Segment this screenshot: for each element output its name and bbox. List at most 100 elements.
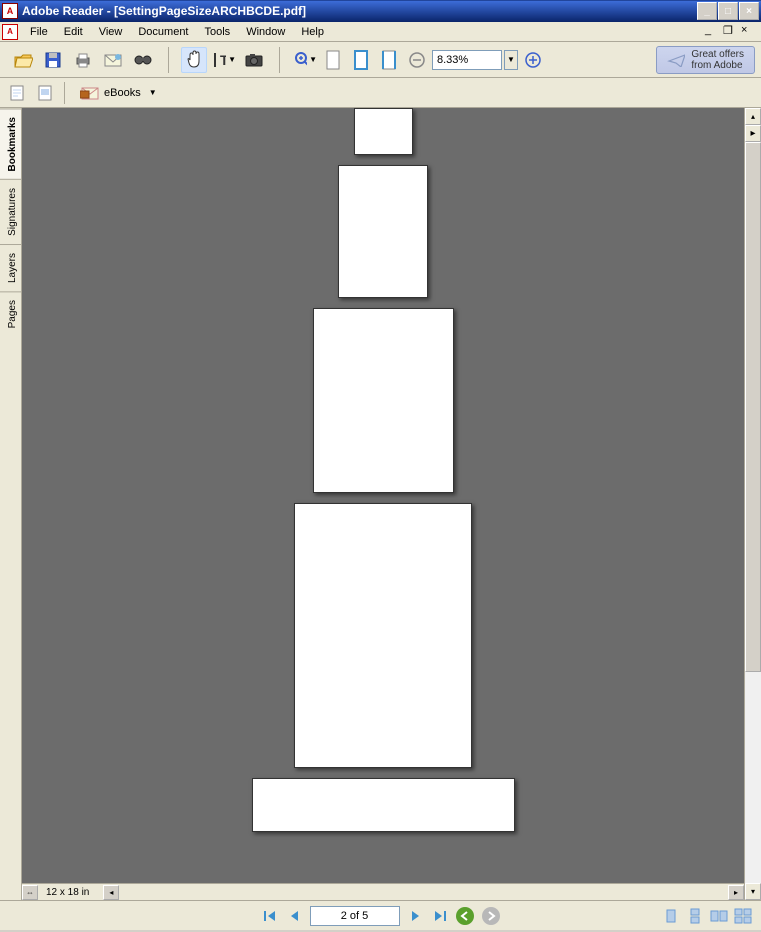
hand-tool-button[interactable] (181, 47, 207, 73)
previous-view-button[interactable] (456, 907, 474, 925)
page-number-input[interactable] (310, 906, 400, 926)
page-fit-icon (352, 49, 370, 71)
continuous-facing-view-button[interactable] (733, 907, 753, 925)
secondary-toolbar: eBooks ▼ (0, 78, 761, 108)
pdf-page[interactable] (294, 503, 472, 768)
menu-tools[interactable]: Tools (197, 24, 239, 40)
mdi-minimize-button[interactable]: _ (705, 24, 723, 40)
sidebar-tab-signatures[interactable]: Signatures (0, 179, 21, 244)
menu-file[interactable]: File (22, 24, 56, 40)
minus-circle-icon (408, 51, 426, 69)
first-page-icon (263, 909, 277, 923)
floppy-disk-icon (44, 51, 62, 69)
save-button[interactable] (40, 47, 66, 73)
mdi-restore-button[interactable]: ❐ (723, 24, 741, 40)
camera-icon (244, 52, 264, 68)
document-viewport[interactable] (22, 108, 744, 883)
maximize-button[interactable]: □ (718, 2, 738, 20)
snapshot-tool-button[interactable] (241, 47, 267, 73)
fit-width-button[interactable] (376, 47, 402, 73)
open-button[interactable] (10, 47, 36, 73)
minimize-button[interactable]: _ (697, 2, 717, 20)
menu-view[interactable]: View (91, 24, 131, 40)
menubar: A File Edit View Document Tools Window H… (0, 22, 761, 42)
main-toolbar: T ▼ ▼ ▼ Great offers (0, 42, 761, 78)
vscroll-track[interactable] (745, 142, 761, 883)
last-page-button[interactable] (432, 908, 448, 924)
ebooks-icon (80, 85, 100, 101)
back-arrow-icon (459, 910, 471, 922)
print-button[interactable] (70, 47, 96, 73)
prev-page-icon (288, 909, 300, 923)
single-page-view-button[interactable] (661, 907, 681, 925)
status-bar: ⇔ 12 x 18 in ◂ ▸ (22, 883, 744, 900)
actual-size-button[interactable] (320, 47, 346, 73)
next-view-button[interactable] (482, 907, 500, 925)
app-name: Adobe Reader (22, 4, 103, 18)
titlebar: A Adobe Reader - [SettingPageSizeARCHBCD… (0, 0, 761, 22)
continuous-facing-icon (734, 908, 752, 924)
vscroll-up-button[interactable]: ▴ (745, 108, 761, 125)
next-page-button[interactable] (408, 908, 424, 924)
page-units-toggle[interactable]: ⇔ (22, 885, 38, 900)
clipboard-image-icon (36, 84, 54, 102)
close-button[interactable]: × (739, 2, 759, 20)
folder-open-icon (13, 51, 33, 69)
pdf-page[interactable] (338, 165, 428, 298)
svg-text:T: T (220, 52, 226, 68)
menu-window[interactable]: Window (238, 24, 293, 40)
vscroll-thumb[interactable] (745, 142, 761, 672)
pdf-page[interactable] (252, 778, 515, 832)
ebooks-button[interactable]: eBooks ▼ (73, 82, 164, 104)
fit-page-button[interactable] (348, 47, 374, 73)
mdi-close-button[interactable]: × (741, 24, 759, 40)
pdf-page[interactable] (354, 108, 413, 155)
dropdown-arrow-icon: ▼ (149, 88, 157, 97)
binoculars-icon (133, 51, 153, 69)
ad-line2: from Adobe (691, 60, 744, 71)
menu-edit[interactable]: Edit (56, 24, 91, 40)
paper-plane-icon (667, 53, 685, 67)
vertical-scrollbar[interactable]: ▴ ▸ ▾ (744, 108, 761, 900)
menu-help[interactable]: Help (293, 24, 332, 40)
email-button[interactable] (100, 47, 126, 73)
document-icon: A (2, 24, 18, 40)
adobe-offers-button[interactable]: Great offers from Adobe (656, 46, 755, 74)
sidebar-tab-bookmarks[interactable]: Bookmarks (0, 108, 21, 179)
clipboard-text-button[interactable] (6, 82, 28, 104)
search-button[interactable] (130, 47, 156, 73)
zoom-out-button[interactable] (404, 47, 430, 73)
zoom-in-button[interactable] (520, 47, 546, 73)
zoom-dropdown-button[interactable]: ▼ (504, 50, 518, 70)
prev-page-button[interactable] (286, 908, 302, 924)
text-select-icon: T (212, 51, 226, 69)
sidebar-tab-pages[interactable]: Pages (0, 291, 21, 336)
facing-view-button[interactable] (709, 907, 729, 925)
continuous-view-button[interactable] (685, 907, 705, 925)
vscroll-down-button[interactable]: ▾ (745, 883, 761, 900)
menu-document[interactable]: Document (130, 24, 196, 40)
hand-icon (185, 50, 203, 70)
envelope-icon (103, 52, 123, 68)
ad-line1: Great offers (691, 49, 744, 60)
vscroll-page-up-button[interactable]: ▸ (745, 125, 761, 142)
plus-circle-icon (524, 51, 542, 69)
clipboard-image-button[interactable] (34, 82, 56, 104)
hscroll-right-button[interactable]: ▸ (728, 885, 744, 900)
hscroll-left-button[interactable]: ◂ (103, 885, 119, 900)
next-page-icon (410, 909, 422, 923)
printer-icon (74, 51, 92, 69)
magnifier-plus-icon (293, 50, 307, 70)
page-navigation-bar (0, 900, 761, 930)
select-text-button[interactable]: T ▼ (211, 47, 237, 73)
zoom-level-input[interactable] (432, 50, 502, 70)
page-width-icon (380, 49, 398, 71)
first-page-button[interactable] (262, 908, 278, 924)
doc-name: [SettingPageSizeARCHBCDE.pdf] (114, 4, 306, 18)
facing-icon (710, 908, 728, 924)
sidebar-tab-layers[interactable]: Layers (0, 244, 21, 291)
zoom-in-tool-button[interactable]: ▼ (292, 47, 318, 73)
pdf-page[interactable] (313, 308, 454, 493)
ebooks-label: eBooks (104, 87, 141, 99)
document-area: ⇔ 12 x 18 in ◂ ▸ ▴ ▸ ▾ (22, 108, 761, 900)
